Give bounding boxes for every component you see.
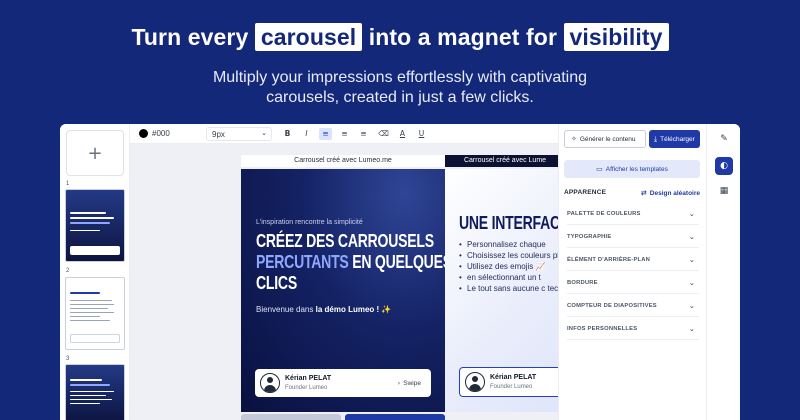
- chevron-down-icon: ⌄: [688, 233, 695, 241]
- subtitle-bold: la démo Lumeo !: [315, 305, 380, 314]
- swipe-label: › Swipe: [398, 379, 421, 387]
- slide-caption: Carrousel créé avec Lumeo.me: [241, 155, 445, 167]
- slide-handle[interactable]: [345, 414, 445, 420]
- sparkle-icon: ✧: [571, 135, 577, 143]
- chevron-down-icon: ⌄: [261, 129, 267, 137]
- slide-title-line: EN QUELQUES: [348, 252, 445, 272]
- bold-icon[interactable]: B: [281, 128, 294, 140]
- avatar: [465, 372, 485, 392]
- chevron-down-icon: ⌄: [688, 279, 695, 287]
- shuffle-icon: ⇄: [640, 189, 647, 197]
- section-slide-counter[interactable]: COMPTEUR DE DIAPOSITIVES ⌄: [567, 295, 699, 317]
- slide-thumbnails-sidebar: + 1 2 3: [60, 124, 130, 420]
- author-role: Founder Lumeo: [490, 384, 533, 390]
- slide-1[interactable]: L'inspiration rencontre la simplicité CR…: [241, 169, 445, 412]
- slide-subtitle[interactable]: Bienvenue dans la démo Lumeo ! ✨: [256, 305, 391, 314]
- list-item: en sélectionnant un t: [459, 272, 558, 283]
- section-background-element[interactable]: ÉLÉMENT D'ARRIÈRE-PLAN ⌄: [567, 249, 699, 271]
- icon-rail: ✎ ◐ ▦: [706, 124, 740, 420]
- generate-label: Générer le contenu: [579, 136, 636, 143]
- list-item: Le tout sans aucune c technique !: [459, 283, 558, 294]
- thumb-number: 3: [66, 356, 70, 362]
- slide-bullet-list[interactable]: Personnalisez chaque Choisissez les coul…: [459, 239, 558, 294]
- app-window: + 1 2 3 #000 9px ⌄ B I ≡ ≡ ≡ ⌫ A U Carro…: [60, 124, 740, 420]
- chevron-down-icon: ⌄: [688, 302, 695, 310]
- hero-title: Turn every carousel into a magnet for vi…: [0, 23, 800, 51]
- slide-title-line: CLICS: [256, 273, 297, 293]
- thumb-number: 2: [66, 268, 70, 274]
- hero-highlight-visibility: visibility: [563, 23, 669, 51]
- random-design-button[interactable]: ⇄ Design aléatoire: [641, 189, 700, 197]
- underline-icon[interactable]: U: [415, 128, 428, 140]
- palette-icon[interactable]: ◐: [715, 157, 733, 175]
- slide-2[interactable]: UNE INTERFACE Personnalisez chaque Chois…: [445, 169, 558, 412]
- list-item: Choisissez les couleurs plan: [459, 250, 558, 261]
- slide-thumbnail-2[interactable]: [65, 277, 125, 350]
- section-color-palette[interactable]: PALETTE DE COULEURS ⌄: [567, 203, 699, 225]
- random-label: Design aléatoire: [649, 190, 700, 197]
- slide-title-accent: PERCUTANTS: [256, 252, 349, 272]
- download-icon: ⤓: [654, 135, 658, 143]
- author-card[interactable]: Kérian PELAT Founder Lumeo › Swipe: [255, 369, 431, 397]
- slide-title[interactable]: UNE INTERFACE: [459, 213, 558, 234]
- hero-title-pre: Turn every: [131, 24, 249, 50]
- list-item: Utilisez des emojis 📈: [459, 261, 558, 272]
- hero-subtitle: Multiply your impressions effortlessly w…: [212, 69, 588, 106]
- text-color-icon[interactable]: A: [396, 128, 409, 140]
- chevron-right-icon: ›: [397, 379, 401, 387]
- show-templates-button[interactable]: ▭ Afficher les templates: [564, 160, 700, 178]
- font-size-value: 9px: [212, 130, 225, 139]
- font-size-select[interactable]: 9px ⌄: [206, 127, 272, 141]
- slide-handle[interactable]: [241, 414, 341, 420]
- sparkle-icon: ✨: [379, 305, 392, 314]
- settings-panel: ✧ Générer le contenu ⤓ Télécharger ▭ Affich…: [558, 124, 706, 420]
- author-name: Kérian PELAT: [490, 374, 537, 381]
- folder-icon: ▭: [596, 165, 603, 173]
- appearance-heading: APPARENCE: [564, 189, 607, 196]
- slide-thumbnail-1[interactable]: [65, 189, 125, 262]
- text-color-swatch[interactable]: [139, 129, 148, 138]
- chevron-down-icon: ⌄: [688, 256, 695, 264]
- section-border[interactable]: BORDURE ⌄: [567, 272, 699, 294]
- clear-format-icon[interactable]: ⌫: [377, 128, 390, 140]
- slide-title[interactable]: CRÉEZ DES CARROUSELS PERCUTANTS EN QUELQ…: [256, 231, 445, 294]
- align-center-icon[interactable]: ≡: [338, 128, 351, 140]
- chevron-down-icon: ⌄: [688, 325, 695, 333]
- swipe-text: Swipe: [403, 380, 421, 387]
- download-button[interactable]: ⤓ Télécharger: [649, 130, 700, 148]
- slide-title-line: CRÉEZ DES CARROUSELS: [256, 231, 434, 251]
- subtitle-text: Bienvenue dans: [256, 305, 316, 314]
- italic-icon[interactable]: I: [300, 128, 313, 140]
- align-left-icon[interactable]: ≡: [319, 128, 332, 140]
- edit-icon[interactable]: ✎: [715, 130, 733, 148]
- author-name: Kérian PELAT: [285, 375, 332, 382]
- download-label: Télécharger: [660, 136, 695, 143]
- slide-caption: Carrousel créé avec Lume: [445, 155, 558, 167]
- plus-icon: +: [87, 142, 103, 164]
- templates-label: Afficher les templates: [605, 166, 668, 173]
- hero-title-mid: into a magnet for: [368, 24, 558, 50]
- section-personal-info[interactable]: INFOS PERSONNELLES ⌄: [567, 318, 699, 340]
- add-slide-button[interactable]: +: [66, 130, 124, 176]
- author-role: Founder Lumeo: [285, 385, 328, 391]
- align-right-icon[interactable]: ≡: [357, 128, 370, 140]
- generate-content-button[interactable]: ✧ Générer le contenu: [564, 130, 646, 148]
- hero-highlight-carousel: carousel: [254, 23, 363, 51]
- thumb-number: 1: [66, 181, 70, 187]
- chevron-down-icon: ⌄: [688, 210, 695, 218]
- color-value[interactable]: #000: [152, 129, 170, 138]
- slide-tagline[interactable]: L'inspiration rencontre la simplicité: [256, 219, 363, 226]
- section-typography[interactable]: TYPOGRAPHIE ⌄: [567, 226, 699, 248]
- layout-icon[interactable]: ▦: [715, 182, 733, 200]
- avatar: [260, 373, 280, 393]
- editor-canvas: #000 9px ⌄ B I ≡ ≡ ≡ ⌫ A U Carrousel cré…: [130, 124, 558, 420]
- author-card[interactable]: Kérian PELAT Founder Lumeo: [459, 367, 558, 397]
- list-item: Personnalisez chaque: [459, 239, 558, 250]
- format-toolbar: #000 9px ⌄ B I ≡ ≡ ≡ ⌫ A U: [130, 124, 558, 144]
- slide-thumbnail-3[interactable]: [65, 364, 125, 420]
- slides-area: Carrousel créé avec Lumeo.me Carrousel c…: [130, 144, 558, 420]
